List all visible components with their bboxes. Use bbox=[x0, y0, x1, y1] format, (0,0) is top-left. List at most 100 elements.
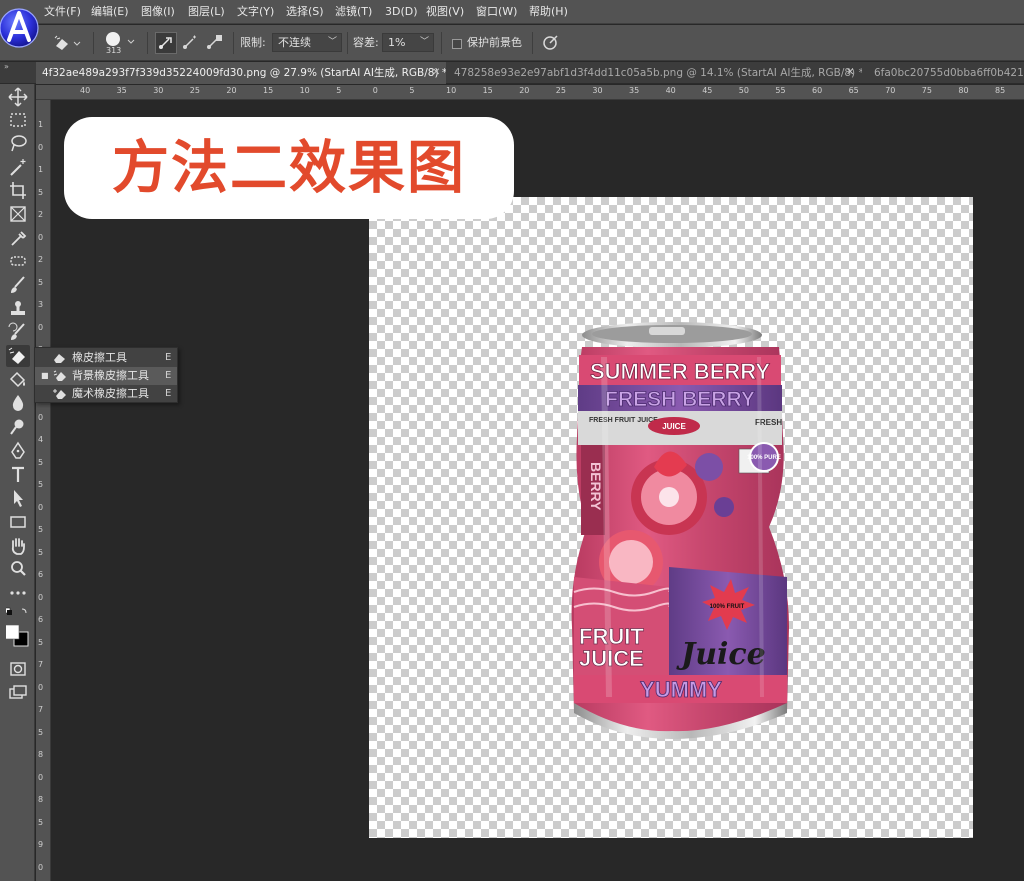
limits-dropdown[interactable]: 不连续 ﹀ bbox=[272, 33, 342, 52]
chevron-down-icon: ﹀ bbox=[327, 37, 337, 47]
horizontal-ruler: 40 35 30 25 20 15 10 5 0 5 10 15 20 25 30 35 40 45 50 55 60 6… bbox=[36, 85, 1024, 100]
ruler-tick-label: 0 bbox=[38, 592, 44, 602]
tab-document-3[interactable]: 6fa0bc20755d0bba6ff0b4218 bbox=[868, 62, 1024, 84]
ruler-tick-label: 8 bbox=[38, 795, 44, 804]
menu-3d[interactable]: 3D(D) bbox=[385, 0, 418, 24]
menu-layer[interactable]: 图层(L) bbox=[188, 0, 225, 24]
rectangle-tool-icon[interactable] bbox=[6, 511, 30, 533]
ruler-tick-label: 60 bbox=[812, 86, 823, 95]
can-banner-text: FRESH BERRY bbox=[605, 388, 755, 411]
close-icon[interactable]: ✕ bbox=[846, 62, 854, 84]
hand-tool-icon[interactable] bbox=[6, 535, 30, 557]
lasso-tool-icon[interactable] bbox=[6, 132, 30, 154]
ruler-tick-label: 70 bbox=[885, 86, 896, 95]
ruler-tick-label: 5 bbox=[38, 187, 44, 197]
history-brush-tool-icon[interactable] bbox=[6, 321, 30, 343]
menu-type[interactable]: 文字(Y) bbox=[237, 0, 274, 24]
menu-filter[interactable]: 滤镜(T) bbox=[335, 0, 372, 24]
move-tool-icon[interactable] bbox=[6, 86, 30, 108]
ruler-tick-label: 0 bbox=[38, 682, 44, 692]
blur-tool-icon[interactable] bbox=[6, 392, 30, 414]
ruler-tick-label: 5 bbox=[38, 277, 44, 287]
background-eraser-tool-icon[interactable] bbox=[6, 345, 30, 367]
close-icon[interactable]: ✕ bbox=[432, 62, 440, 84]
flyout-item-eraser[interactable]: 橡皮擦工具 E bbox=[35, 349, 177, 367]
clone-stamp-tool-icon[interactable] bbox=[6, 298, 30, 320]
eyedropper-tool-icon[interactable] bbox=[6, 227, 30, 249]
menu-help[interactable]: 帮助(H) bbox=[529, 0, 568, 24]
overlay-title: 方法二效果图 bbox=[112, 135, 466, 201]
frame-tool-icon[interactable] bbox=[6, 203, 30, 225]
ruler-tick-label: 35 bbox=[116, 86, 127, 95]
tab-document-2[interactable]: 478258e93e2e97abf1d3f4dd11c05a5b.png @ 1… bbox=[448, 62, 862, 84]
can-juice-script-text: Juice bbox=[676, 637, 766, 672]
quick-mask-icon[interactable] bbox=[6, 658, 30, 680]
ruler-tick-label: 0 bbox=[38, 502, 44, 512]
healing-brush-tool-icon[interactable] bbox=[6, 250, 30, 272]
menu-edit[interactable]: 编辑(E) bbox=[91, 0, 129, 24]
menu-image[interactable]: 图像(I) bbox=[141, 0, 175, 24]
brush-tool-icon[interactable] bbox=[6, 274, 30, 296]
ruler-tick-label: 0 bbox=[38, 862, 44, 872]
flyout-shortcut: E bbox=[165, 388, 172, 399]
dodge-tool-icon[interactable] bbox=[6, 416, 30, 438]
tolerance-field[interactable]: 1% ﹀ bbox=[382, 33, 434, 52]
pen-tool-icon[interactable] bbox=[6, 440, 30, 462]
menu-window[interactable]: 窗口(W) bbox=[476, 0, 517, 24]
options-bar: 313 限制: 不连续 ﹀ 容差: 1% ﹀ 保护前景色 bbox=[0, 25, 1024, 61]
document-tabs: 4f32ae489a293f7f339d35224009fd30.png @ 2… bbox=[0, 62, 1024, 84]
screen-mode-icon[interactable] bbox=[6, 682, 30, 704]
ruler-tick-label: 7 bbox=[38, 660, 44, 669]
ruler-tick-label: 1 bbox=[38, 120, 44, 129]
path-selection-tool-icon[interactable] bbox=[6, 487, 30, 509]
eraser-tool-flyout: 橡皮擦工具 E ■ 背景橡皮擦工具 E 魔术橡皮擦工具 E bbox=[34, 347, 178, 403]
sampling-background-swatch-icon[interactable] bbox=[204, 33, 226, 53]
ruler-tick-label: 20 bbox=[519, 86, 530, 95]
ruler-tick-label: 10 bbox=[446, 86, 457, 95]
type-tool-icon[interactable] bbox=[6, 464, 30, 486]
ruler-tick-label: 40 bbox=[665, 86, 676, 95]
flyout-item-magic-eraser[interactable]: 魔术橡皮擦工具 E bbox=[35, 385, 177, 403]
menu-select[interactable]: 选择(S) bbox=[286, 0, 324, 24]
sampling-once-icon[interactable] bbox=[180, 33, 202, 53]
brush-size-picker[interactable]: 313 bbox=[103, 29, 139, 59]
magic-wand-tool-icon[interactable] bbox=[6, 156, 30, 178]
ruler-tick-label: 15 bbox=[263, 86, 274, 95]
pressure-size-icon[interactable] bbox=[541, 33, 561, 53]
crop-tool-icon[interactable] bbox=[6, 179, 30, 201]
background-eraser-icon bbox=[53, 370, 67, 382]
ruler-tick-label: 20 bbox=[226, 86, 237, 95]
ruler-tick-label: 10 bbox=[299, 86, 310, 95]
protect-foreground-checkbox[interactable] bbox=[452, 39, 462, 49]
marquee-tool-icon[interactable] bbox=[6, 109, 30, 131]
ruler-tick-label: 0 bbox=[38, 772, 44, 782]
flyout-item-label: 背景橡皮擦工具 bbox=[72, 369, 149, 382]
flyout-shortcut: E bbox=[165, 352, 172, 363]
menu-file[interactable]: 文件(F) bbox=[44, 0, 81, 24]
flyout-item-background-eraser[interactable]: ■ 背景橡皮擦工具 E bbox=[35, 367, 177, 385]
tool-preset-picker[interactable] bbox=[52, 34, 82, 52]
ruler-tick-label: 2 bbox=[38, 210, 44, 219]
can-yummy-text: YUMMY bbox=[640, 677, 722, 702]
paint-bucket-tool-icon[interactable] bbox=[6, 369, 30, 391]
ruler-tick-label: 45 bbox=[702, 86, 713, 95]
sampling-continuous-icon[interactable] bbox=[155, 32, 177, 54]
zoom-tool-icon[interactable] bbox=[6, 558, 30, 580]
startai-logo[interactable] bbox=[0, 0, 42, 56]
menu-view[interactable]: 视图(V) bbox=[426, 0, 464, 24]
ruler-tick-label: 0 bbox=[38, 322, 44, 332]
ruler-tick-label: 5 bbox=[38, 457, 44, 467]
edit-toolbar-icon[interactable] bbox=[6, 582, 30, 604]
ruler-tick-label: 50 bbox=[738, 86, 749, 95]
document-canvas[interactable]: SUMMER BERRY FRESH BERRY FRESH FRUIT JUI… bbox=[369, 197, 973, 838]
ruler-tick-label: 3 bbox=[38, 300, 44, 309]
color-swatches-icon[interactable] bbox=[4, 606, 30, 650]
ruler-tick-label: 75 bbox=[921, 86, 932, 95]
ruler-tick-label: 30 bbox=[153, 86, 164, 95]
ruler-tick-label: 35 bbox=[629, 86, 640, 95]
limits-label: 限制: bbox=[240, 36, 266, 49]
panel-collapse-icon[interactable]: » bbox=[4, 62, 9, 71]
tab-document-1[interactable]: 4f32ae489a293f7f339d35224009fd30.png @ 2… bbox=[36, 62, 446, 84]
protect-foreground-label: 保护前景色 bbox=[467, 36, 522, 49]
juice-can-image: SUMMER BERRY FRESH BERRY FRESH FRUIT JUI… bbox=[571, 322, 789, 739]
